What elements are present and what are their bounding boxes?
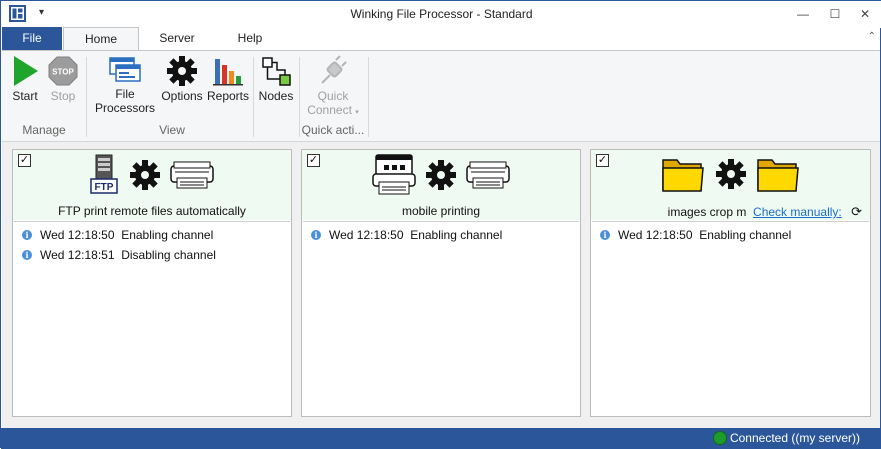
play-icon: [14, 56, 38, 86]
stop-sign-icon: STOP: [48, 56, 78, 86]
log-message: Enabling channel: [410, 228, 503, 242]
ftp-badge-text: FTP: [94, 182, 113, 193]
file-processors-label-2: Processors: [94, 101, 156, 115]
folder-icon: [757, 159, 799, 192]
refresh-icon[interactable]: ⟳: [851, 204, 862, 220]
start-label: Start: [12, 89, 38, 103]
folder-icon: [662, 159, 704, 192]
channel-log[interactable]: i Wed 12:18:50 Enabling channel: [592, 221, 869, 415]
channel-panel-images-crop: ✓ images crop m Check manually: ⟳ i Wed …: [590, 149, 871, 417]
reports-label: Reports: [206, 89, 250, 103]
channel-header: ✓ FTP FTP print remote files automatical…: [13, 150, 291, 220]
connection-status-icon: [713, 431, 727, 445]
channel-header: ✓: [591, 150, 870, 220]
minimize-button[interactable]: —: [792, 4, 814, 24]
group-label-quick-actions: Quick acti...: [301, 123, 365, 137]
log-entry: i Wed 12:18:51 Disabling channel: [14, 246, 290, 266]
info-icon: i: [600, 230, 610, 240]
gear-icon: [130, 160, 160, 190]
channel-header: ✓: [302, 150, 580, 220]
start-button[interactable]: Start: [8, 55, 42, 103]
collapse-ribbon-icon[interactable]: ⌃: [868, 31, 876, 42]
status-bar: Connected ((my server)): [1, 428, 881, 449]
chevron-down-icon: ▾: [355, 109, 359, 116]
channel-log[interactable]: i Wed 12:18:50 Enabling channel: [303, 221, 579, 415]
gear-icon: [715, 159, 746, 189]
ribbon: Start STOP Stop Manage File Processors O…: [2, 50, 880, 142]
log-time: Wed 12:18:51: [40, 248, 115, 262]
printer-icon: [466, 161, 511, 189]
tab-file[interactable]: File: [2, 27, 62, 50]
channel-panel-ftp: ✓ FTP FTP print remote files automatical…: [12, 149, 292, 417]
app-window: ▾ Winking File Processor - Standard — ☐ …: [0, 0, 881, 449]
group-label-manage: Manage: [22, 123, 66, 137]
stop-label: Stop: [50, 89, 76, 103]
check-manually-link[interactable]: Check manually:: [753, 205, 842, 219]
file-processors-icon: [109, 57, 141, 82]
channel-log[interactable]: i Wed 12:18:50 Enabling channel i Wed 12…: [14, 221, 290, 415]
channel-title: images crop m: [667, 205, 747, 219]
quick-connect-label-1: Quick: [317, 89, 349, 103]
log-message: Enabling channel: [699, 228, 792, 242]
group-separator: [253, 57, 254, 137]
stop-sign-text: STOP: [52, 68, 74, 77]
group-label-view: View: [159, 123, 185, 137]
channel-title: FTP print remote files automatically: [58, 204, 246, 218]
options-button[interactable]: Options: [160, 55, 204, 103]
group-separator: [86, 57, 87, 137]
log-entry: i Wed 12:18:50 Enabling channel: [303, 226, 579, 246]
ftp-server-icon: FTP: [89, 154, 118, 194]
window-title: Winking File Processor - Standard: [350, 7, 533, 21]
channel-title: mobile printing: [401, 204, 481, 218]
channel-title-row: images crop m Check manually: ⟳: [591, 204, 870, 220]
tab-home[interactable]: Home: [63, 27, 139, 51]
log-time: Wed 12:18:50: [618, 228, 693, 242]
stop-button[interactable]: STOP Stop: [46, 55, 80, 103]
tab-server[interactable]: Server: [147, 27, 207, 50]
log-message: Disabling channel: [121, 248, 216, 262]
nodes-icon: [262, 57, 291, 86]
maximize-button[interactable]: ☐: [824, 4, 846, 24]
ribbon-tabs: File Home Server Help ⌃: [1, 27, 881, 51]
nodes-label: Nodes: [258, 89, 294, 103]
log-entry: i Wed 12:18:50 Enabling channel: [592, 226, 869, 246]
connection-status-text: Connected ((my server)): [729, 431, 860, 445]
quick-connect-label-2: Connect: [307, 103, 352, 117]
channel-icons: FTP: [13, 154, 291, 196]
info-icon: i: [22, 250, 32, 260]
mobile-printer-icon: [371, 154, 416, 195]
log-message: Enabling channel: [121, 228, 214, 242]
title-bar: ▾ Winking File Processor - Standard — ☐ …: [1, 1, 881, 28]
reports-button[interactable]: Reports: [206, 55, 250, 103]
printer-icon: [170, 161, 215, 189]
nodes-button[interactable]: Nodes: [256, 55, 296, 103]
log-time: Wed 12:18:50: [329, 228, 404, 242]
file-processors-button[interactable]: File Processors: [92, 55, 158, 115]
bar-chart-icon: [213, 59, 243, 86]
group-separator: [368, 57, 369, 137]
gear-icon: [426, 160, 456, 190]
log-time: Wed 12:18:50: [40, 228, 115, 242]
tab-help[interactable]: Help: [222, 27, 278, 50]
channels-area: ✓ FTP FTP print remote files automatical…: [2, 142, 880, 428]
quick-connect-button[interactable]: Quick Connect ▾: [302, 55, 364, 120]
channel-panel-mobile-printing: ✓ mobile printing i Wed 12:18:50 Enablin…: [301, 149, 581, 417]
file-processors-label-1: File: [115, 87, 135, 101]
info-icon: i: [311, 230, 321, 240]
channel-icons: [591, 154, 870, 196]
options-label: Options: [161, 89, 203, 103]
info-icon: i: [22, 230, 32, 240]
close-button[interactable]: ✕: [854, 4, 876, 24]
log-entry: i Wed 12:18:50 Enabling channel: [14, 226, 290, 246]
channel-icons: [302, 154, 580, 196]
plug-icon: [321, 55, 347, 84]
gear-icon: [167, 56, 197, 86]
